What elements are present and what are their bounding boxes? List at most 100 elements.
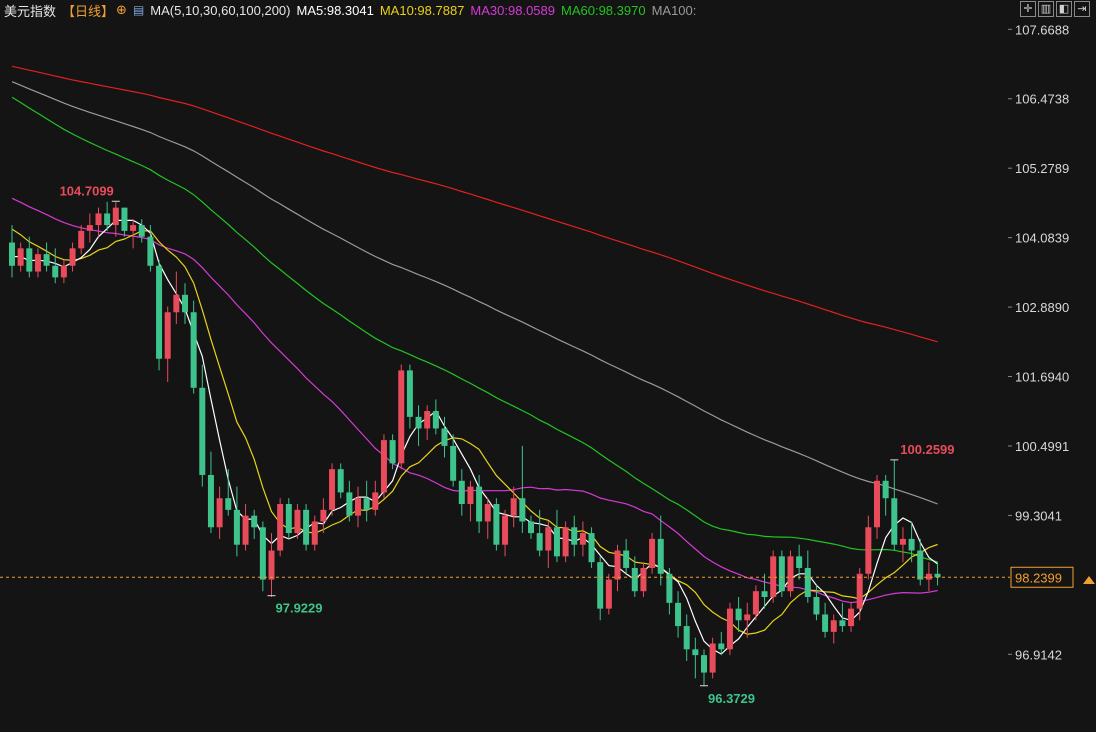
candle-body <box>242 515 249 545</box>
candle-body <box>268 550 275 580</box>
candle-body <box>164 312 171 359</box>
candle-body <box>78 230 85 249</box>
price-axis: 107.6688 106.4738 105.2789 104.0839 102.8890… <box>1008 22 1069 662</box>
candle-body <box>917 550 924 580</box>
candle-body <box>121 207 128 231</box>
crosshair-icon[interactable]: ✛ <box>1020 1 1036 17</box>
extreme-price-label: 104.7099 <box>60 183 114 198</box>
candle-body <box>17 248 24 266</box>
candle-body <box>848 608 855 627</box>
price-annotations: 104.7099 97.9229 96.3729 100.2599 <box>60 183 955 706</box>
candle-body <box>320 509 327 522</box>
candle-body <box>683 626 690 650</box>
candle-body <box>311 521 318 545</box>
candle-body <box>934 573 941 578</box>
candle-body <box>744 614 751 621</box>
candle-body <box>536 533 543 551</box>
ma5-value: MA5:98.3041 <box>296 2 374 18</box>
candle-body <box>761 591 768 598</box>
candle-body <box>822 614 829 632</box>
bar-chart-icon[interactable]: ▥ <box>1038 1 1054 17</box>
candle-body <box>398 370 405 464</box>
y-tick-label: 107.6688 <box>1015 22 1069 37</box>
candle-body <box>614 550 621 580</box>
candle-body <box>337 469 344 493</box>
candle-body <box>329 469 336 510</box>
candle-body <box>804 567 811 598</box>
candle-body <box>467 486 474 505</box>
candle-body <box>778 556 785 592</box>
candle-body <box>225 498 232 510</box>
candle-body <box>415 416 422 429</box>
candle-body <box>26 248 33 272</box>
candle-body <box>190 312 197 388</box>
candle-body <box>441 428 448 446</box>
candle-body <box>562 527 569 557</box>
candle-body <box>588 533 595 563</box>
candle-body <box>424 411 431 429</box>
extreme-price-label: 96.3729 <box>708 691 755 706</box>
price-cursor-icon <box>1083 576 1095 584</box>
candle-body <box>277 504 284 551</box>
candle-body <box>484 504 491 522</box>
candle-body <box>216 498 223 528</box>
y-tick-label: 104.0839 <box>1015 231 1069 246</box>
candle-body <box>372 492 379 510</box>
candle-body <box>649 538 656 568</box>
add-indicator-icon[interactable]: ⊕ <box>116 2 127 18</box>
indicator-icon[interactable]: ▤ <box>133 3 144 17</box>
candle-body <box>406 370 413 417</box>
candle-body <box>138 225 145 237</box>
candle-body <box>839 620 846 627</box>
candle-body <box>207 474 214 528</box>
step-forward-icon[interactable]: ⇥ <box>1074 1 1090 17</box>
candle-body <box>726 608 733 650</box>
candle-body <box>104 213 111 226</box>
candle-body <box>718 643 725 650</box>
candle-body <box>173 294 180 313</box>
candle-body <box>86 225 93 231</box>
ma100-line <box>11 81 938 505</box>
candle-body <box>657 538 664 574</box>
candle-body <box>95 213 102 226</box>
candle-body <box>355 498 361 516</box>
current-price-label: 98.2399 <box>1015 570 1062 585</box>
candle-body <box>579 533 586 545</box>
candle-body <box>528 521 534 534</box>
candle-body <box>476 486 483 522</box>
candle-body <box>623 550 630 568</box>
candle-body <box>43 254 50 266</box>
candle-body <box>363 498 370 510</box>
candle-body <box>701 655 707 673</box>
candle-body <box>34 254 41 272</box>
extreme-price-label: 100.2599 <box>900 442 954 457</box>
y-tick-label: 96.9142 <box>1015 647 1062 662</box>
candle-body <box>182 294 188 313</box>
candle-body <box>605 579 612 609</box>
candle-body <box>571 527 578 545</box>
candle-body <box>553 527 560 557</box>
candle-body <box>69 248 76 266</box>
candle-body <box>259 527 266 580</box>
candle-body <box>787 556 794 592</box>
play-back-icon[interactable]: ◧ <box>1056 1 1072 17</box>
chart-toolbar: ✛ ▥ ◧ ⇥ <box>1020 1 1090 17</box>
candle-body <box>735 608 742 621</box>
candle-body <box>303 509 310 545</box>
candle-body <box>891 498 898 545</box>
candlestick-chart[interactable]: 104.709997.922996.3729100.2599 107.66881… <box>0 0 1096 732</box>
period-selector[interactable]: 【日线】 <box>62 1 114 20</box>
candle-body <box>233 509 240 545</box>
candle-body <box>147 236 154 266</box>
y-tick-label: 101.6940 <box>1015 370 1069 385</box>
candle-body <box>9 242 15 266</box>
candle-body <box>830 620 837 632</box>
candle-body <box>925 573 932 580</box>
candle-body <box>493 504 500 545</box>
candle-body <box>908 538 915 551</box>
candle-body <box>666 573 673 603</box>
candle-body <box>631 567 638 592</box>
extreme-price-label: 97.9229 <box>276 601 323 616</box>
y-tick-label: 100.4991 <box>1015 439 1069 454</box>
candle-body <box>432 411 439 429</box>
